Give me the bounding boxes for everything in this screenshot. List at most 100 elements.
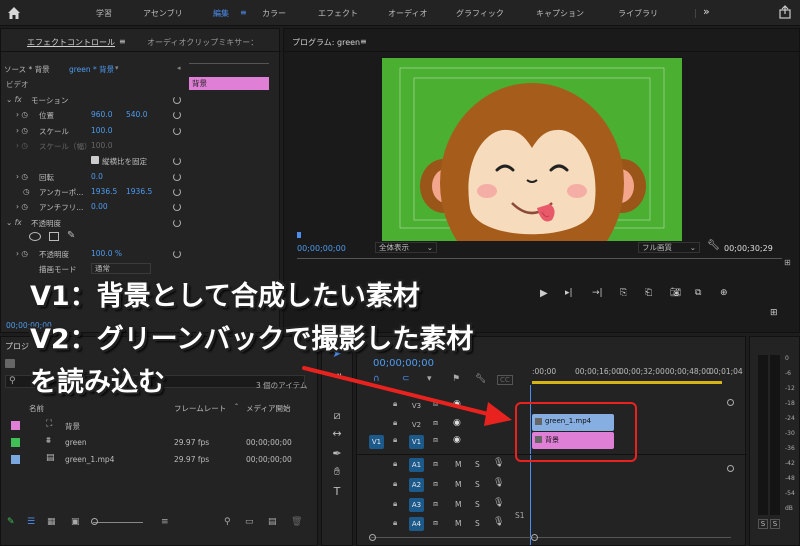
reset-icon[interactable] xyxy=(173,219,181,227)
lock-icon[interactable]: 🔒︎ xyxy=(393,479,397,489)
solo-left-button[interactable]: S xyxy=(758,519,768,529)
sort-icon[interactable]: ≡ xyxy=(161,517,169,527)
vertical-scroll-handle[interactable] xyxy=(727,399,734,406)
workspace-more-button[interactable]: » xyxy=(703,5,710,18)
tab-audio-clip-mixer[interactable]: オーディオクリップミキサー： xyxy=(147,37,258,48)
program-playhead-marker[interactable] xyxy=(297,232,301,238)
list-view-icon[interactable]: ☰ xyxy=(27,517,35,527)
position-x-value[interactable]: 960.0 xyxy=(91,110,112,119)
mute-button[interactable]: M xyxy=(455,480,461,489)
anchor-stopwatch-icon[interactable]: ◷ xyxy=(23,187,30,196)
list-item[interactable]: ▤ green_1.mp4 29.97 fps 00;00;00;00 xyxy=(1,451,319,467)
scale-value[interactable]: 100.0 xyxy=(91,126,112,135)
workspace-tab-graphics[interactable]: グラフィック xyxy=(456,8,504,19)
reset-icon[interactable] xyxy=(173,96,181,104)
blend-mode-select[interactable]: 通常 xyxy=(91,263,151,274)
ellipse-mask-icon[interactable] xyxy=(29,232,41,241)
lock-icon[interactable]: 🔒︎ xyxy=(393,435,397,445)
label-color-swatch[interactable] xyxy=(11,421,20,430)
play-button[interactable]: ▶ xyxy=(540,288,548,299)
solo-button[interactable]: S xyxy=(475,519,480,528)
quality-select[interactable]: フル画質 ⌄ xyxy=(638,242,700,253)
list-item[interactable]: ⛶ 背景 xyxy=(1,417,319,433)
trash-icon[interactable]: 🗑︎ xyxy=(291,517,302,527)
vertical-scroll-handle[interactable] xyxy=(727,465,734,472)
track-label-a3[interactable]: A3 xyxy=(409,498,424,512)
clip-label[interactable]: green * 背景 xyxy=(69,64,114,75)
extract-button[interactable]: ⎗ xyxy=(645,288,652,298)
solo-button[interactable]: S xyxy=(475,500,480,509)
program-video-frame[interactable] xyxy=(382,58,682,241)
hand-tool-icon[interactable]: ✋︎ xyxy=(330,465,344,479)
lock-icon[interactable]: 🔒︎ xyxy=(393,518,397,528)
reset-icon[interactable] xyxy=(173,127,181,135)
program-menu-icon[interactable]: ≡ xyxy=(360,37,367,46)
reset-icon[interactable] xyxy=(173,157,181,165)
workspace-tab-libraries[interactable]: ライブラリ xyxy=(618,8,658,19)
comparison-view-button[interactable]: ⧉ xyxy=(695,288,701,298)
icon-view-icon[interactable]: ▦ xyxy=(47,517,56,527)
source-patch-v1[interactable]: V1 xyxy=(369,435,384,449)
workspace-tab-editing[interactable]: 編集 xyxy=(213,8,229,19)
button-editor-icon[interactable]: ⊞ xyxy=(770,308,778,318)
new-bin-icon[interactable]: ▭ xyxy=(245,517,254,527)
program-monitor-title[interactable]: プログラム: green xyxy=(292,37,360,48)
track-label-a2[interactable]: A2 xyxy=(409,478,424,492)
sync-icon[interactable]: ⧈ xyxy=(433,459,438,469)
reset-icon[interactable] xyxy=(173,111,181,119)
tab-project[interactable]: プロジ xyxy=(5,341,29,352)
workspace-tab-learn[interactable]: 学習 xyxy=(96,8,112,19)
fit-select[interactable]: 全体表示 ⌄ xyxy=(375,242,437,253)
home-icon[interactable] xyxy=(6,5,22,21)
zoom-slider-handle[interactable] xyxy=(91,518,98,525)
anchor-x-value[interactable]: 1936.5 xyxy=(91,187,117,196)
reset-icon[interactable] xyxy=(173,250,181,258)
column-frame-rate[interactable]: フレームレート xyxy=(174,403,226,414)
scrollbar-handle-right[interactable] xyxy=(531,534,538,541)
export-frame-button[interactable]: 📷︎ xyxy=(670,288,681,298)
rotation-value[interactable]: 0.0 xyxy=(91,172,103,181)
zoom-slider[interactable] xyxy=(93,522,143,523)
effect-controls-menu-icon[interactable]: ≡ xyxy=(119,37,126,46)
microphone-icon[interactable]: 🎙︎ xyxy=(493,458,504,468)
workspace-menu-icon[interactable]: ≡ xyxy=(240,8,247,17)
reset-icon[interactable] xyxy=(173,188,181,196)
reset-icon[interactable] xyxy=(173,203,181,211)
sync-icon[interactable]: ⧈ xyxy=(433,479,438,489)
add-marker-icon[interactable]: ⊞ xyxy=(784,258,794,268)
mute-button[interactable]: M xyxy=(455,460,461,469)
column-name[interactable]: 名前 xyxy=(29,403,44,414)
step-forward-button[interactable]: ▸| xyxy=(565,288,573,298)
program-scrub-bar[interactable] xyxy=(297,258,782,259)
mute-button[interactable]: M xyxy=(455,500,461,509)
scrollbar-handle-left[interactable] xyxy=(369,534,376,541)
wrench-icon[interactable]: 🔧︎ xyxy=(707,240,720,251)
position-y-value[interactable]: 540.0 xyxy=(126,110,147,119)
lift-button[interactable]: ⎘ xyxy=(620,288,627,298)
lock-icon[interactable]: 🔒︎ xyxy=(393,459,397,469)
opacity-expand-toggle[interactable]: ⌄ fx xyxy=(6,218,22,227)
timeline-scrollbar[interactable] xyxy=(371,537,731,538)
pencil-icon[interactable]: ✎ xyxy=(7,517,15,527)
label-color-swatch[interactable] xyxy=(11,455,20,464)
workspace-tab-captions[interactable]: キャプション xyxy=(536,8,584,19)
pen-tool-icon[interactable]: ✒ xyxy=(330,447,344,461)
solo-right-button[interactable]: S xyxy=(770,519,780,529)
sync-icon[interactable]: ⧈ xyxy=(433,435,438,445)
rectangle-mask-icon[interactable] xyxy=(49,232,59,241)
work-area-bar[interactable] xyxy=(532,381,722,384)
sort-ascending-icon[interactable]: ⌃ xyxy=(234,403,239,410)
workspace-tab-effects[interactable]: エフェクト xyxy=(318,8,358,19)
column-media-start[interactable]: メディア開始 xyxy=(246,403,290,414)
chevron-down-icon[interactable]: ▾ xyxy=(115,64,119,72)
lock-icon[interactable]: 🔒︎ xyxy=(393,499,397,509)
antiflicker-value[interactable]: 0.00 xyxy=(91,202,108,211)
tab-effect-controls[interactable]: エフェクトコントロール xyxy=(27,37,115,48)
opacity-value[interactable]: 100.0 % xyxy=(91,249,122,258)
microphone-icon[interactable]: 🎙︎ xyxy=(493,478,504,488)
uniform-scale-checkbox[interactable] xyxy=(91,156,99,164)
new-item-icon[interactable]: ▤ xyxy=(268,517,277,527)
track-label-a4[interactable]: A4 xyxy=(409,517,424,531)
share-icon[interactable] xyxy=(778,5,792,19)
track-label-a1[interactable]: A1 xyxy=(409,458,424,472)
